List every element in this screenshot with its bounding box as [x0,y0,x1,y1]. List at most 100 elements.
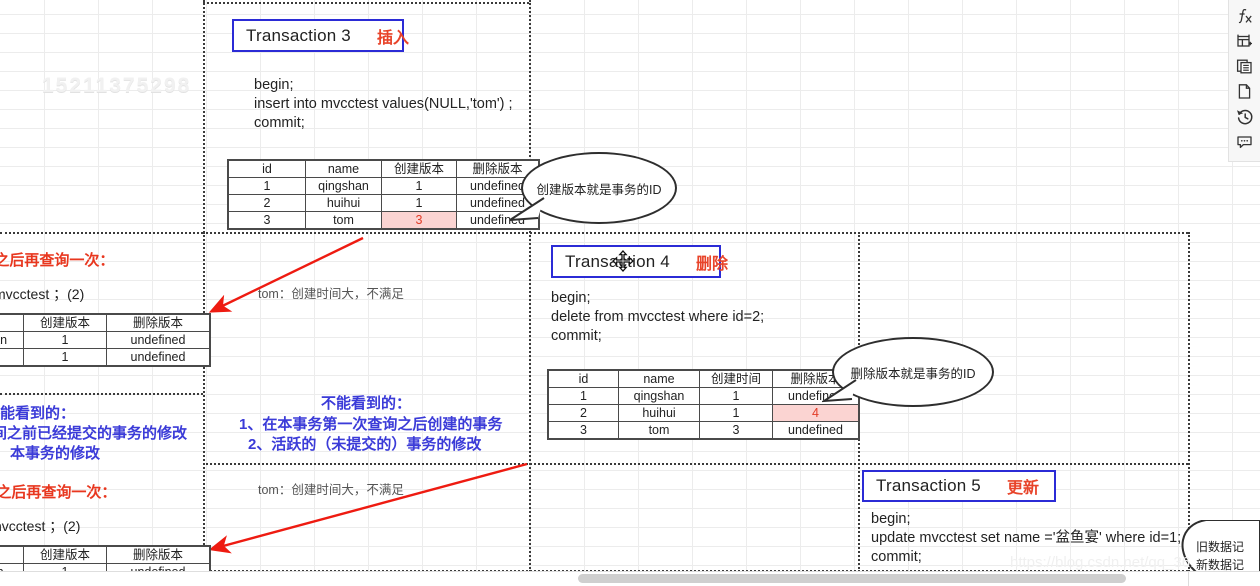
bubble-create-version-text: 创建版本就是事务的ID [536,179,661,198]
th-create: 创建版本 [24,547,107,564]
th-delete: 删除版本 [107,315,210,332]
move-cursor [612,250,634,272]
th-name: name [306,161,382,178]
page-break-horizontal-5 [203,463,1188,465]
phone-watermark: 15211375298 [42,74,191,98]
bubble-update-new-text: 新数据记 [1196,556,1244,572]
cell: 1 [382,195,457,212]
table-row: 1 qingshan 1 undefined [229,178,539,195]
th-create: 创建时间 [700,371,773,388]
bubble-delete-version-tail [822,378,866,412]
bubble-update-old-text: 旧数据记 [1196,538,1244,555]
table-header-row: me 创建版本 删除版本 [0,547,210,564]
cell: qingshan [619,388,700,405]
transaction-5-action: 更新 [1007,474,1039,498]
duplicate-icon[interactable] [1233,54,1257,79]
transaction-4-action: 删除 [696,250,728,274]
cell: gshan [0,332,24,349]
th-name: me [0,547,24,564]
th-create: 创建版本 [24,315,107,332]
scrollbar-separator [1188,572,1189,586]
note-tom-not-satisfied-1: tom：创建时间大，不满足 [258,283,404,302]
cell: qingshan [306,178,382,195]
cell: 1 [700,405,773,422]
th-name: name [619,371,700,388]
table-header-row: id name 创建版本 删除版本 [229,161,539,178]
left-can-see-title: 能看到的： [0,403,75,424]
left-query-after-tx4: 4之后再查询一次： [0,481,116,502]
transaction-3-table[interactable]: id name 创建版本 删除版本 1 qingshan 1 undefined… [228,160,539,229]
transaction-3-name: Transaction 3 [246,26,351,46]
note-cannot-see-2: 2、活跃的（未提交的）事务的修改 [248,434,481,455]
table-row: gshan 1 undefined [0,332,210,349]
table-row: ihui 1 undefined [0,349,210,366]
table-row: 3 tom 3 undefined [229,212,539,229]
th-create: 创建版本 [382,161,457,178]
cell: 2 [549,405,619,422]
transaction-4-table[interactable]: id name 创建时间 删除版本 1 qingshan 1 undefined… [548,370,859,439]
cell: 3 [700,422,773,439]
cell: 3 [229,212,306,229]
note-tom-not-satisfied-2: tom：创建时间大，不满足 [258,479,404,498]
page-break-horizontal-1 [0,232,203,234]
cell: huihui [619,405,700,422]
cell: 1 [24,349,107,366]
table-header-row: me 创建版本 删除版本 [0,315,210,332]
transaction-5-title-box[interactable]: Transaction 5 更新 [862,470,1056,502]
table-row: 2 huihui 1 4 [549,405,859,422]
csdn-watermark: https://blog.csdn.net/qq_36... [1010,554,1203,571]
left-result-table-2[interactable]: me 创建版本 删除版本 shan 1 undefined [0,546,210,572]
bubble-delete-version-text: 删除版本就是事务的ID [850,363,975,382]
table-header-row: id name 创建时间 删除版本 [549,371,859,388]
left-select-2: nvcctest ；(2) [0,516,80,536]
cell: undefined [107,332,210,349]
cell: tom [619,422,700,439]
note-cannot-see-title: 不能看到的： [321,393,411,414]
insert-table-icon[interactable] [1233,29,1257,54]
cell: undefined [107,349,210,366]
horizontal-scrollbar[interactable] [0,571,1260,586]
cell: 1 [700,388,773,405]
cell: 2 [229,195,306,212]
left-result-table-1[interactable]: me 创建版本 删除版本 gshan 1 undefined ihui 1 un… [0,314,210,366]
page-break-vertical-2 [529,0,531,572]
left-can-see-1: 间之前已经提交的事务的修改 [0,423,187,444]
transaction-3-title-box[interactable]: Transaction 3 插入 [232,19,404,52]
history-icon[interactable] [1233,104,1257,129]
left-query-after-tx3: 3之后再查询一次： [0,249,114,270]
transaction-3-action: 插入 [377,24,409,48]
th-id: id [549,371,619,388]
page-break-horizontal-3 [203,232,1188,234]
page-break-vertical-1 [203,0,205,572]
cell: huihui [306,195,382,212]
table-row: 2 huihui 1 undefined [229,195,539,212]
comment-icon[interactable] [1233,129,1257,154]
table-row: 3 tom 3 undefined [549,422,859,439]
cell-highlighted: 3 [382,212,457,229]
table-row: 1 qingshan 1 undefined [549,388,859,405]
cell: 1 [382,178,457,195]
left-select-1: mvcctest ；(2) [0,284,84,304]
page-break-horizontal-4 [0,393,203,395]
horizontal-scrollbar-thumb[interactable] [578,574,1126,583]
cell: 1 [549,388,619,405]
new-sheet-icon[interactable] [1233,79,1257,104]
th-name: me [0,315,24,332]
cell: 1 [229,178,306,195]
cell: 1 [24,332,107,349]
spreadsheet-canvas[interactable]: 15211375298 Transaction 3 插入 begin; inse… [0,0,1260,572]
th-delete: 删除版本 [107,547,210,564]
transaction-4-title-box[interactable]: Transaction 4 删除 [551,245,721,278]
cell: 3 [549,422,619,439]
right-floating-toolbar[interactable] [1228,0,1260,162]
formula-icon[interactable] [1233,4,1257,29]
cell: ihui [0,349,24,366]
note-cannot-see-1: 1、在本事务第一次查询之后创建的事务 [239,414,502,435]
left-can-see-2: 本事务的修改 [10,443,100,464]
cell: undefined [773,422,859,439]
transaction-5-name: Transaction 5 [876,476,981,496]
th-id: id [229,161,306,178]
cell: tom [306,212,382,229]
page-break-horizontal-2 [203,2,529,4]
bubble-create-version-tail [508,196,552,232]
